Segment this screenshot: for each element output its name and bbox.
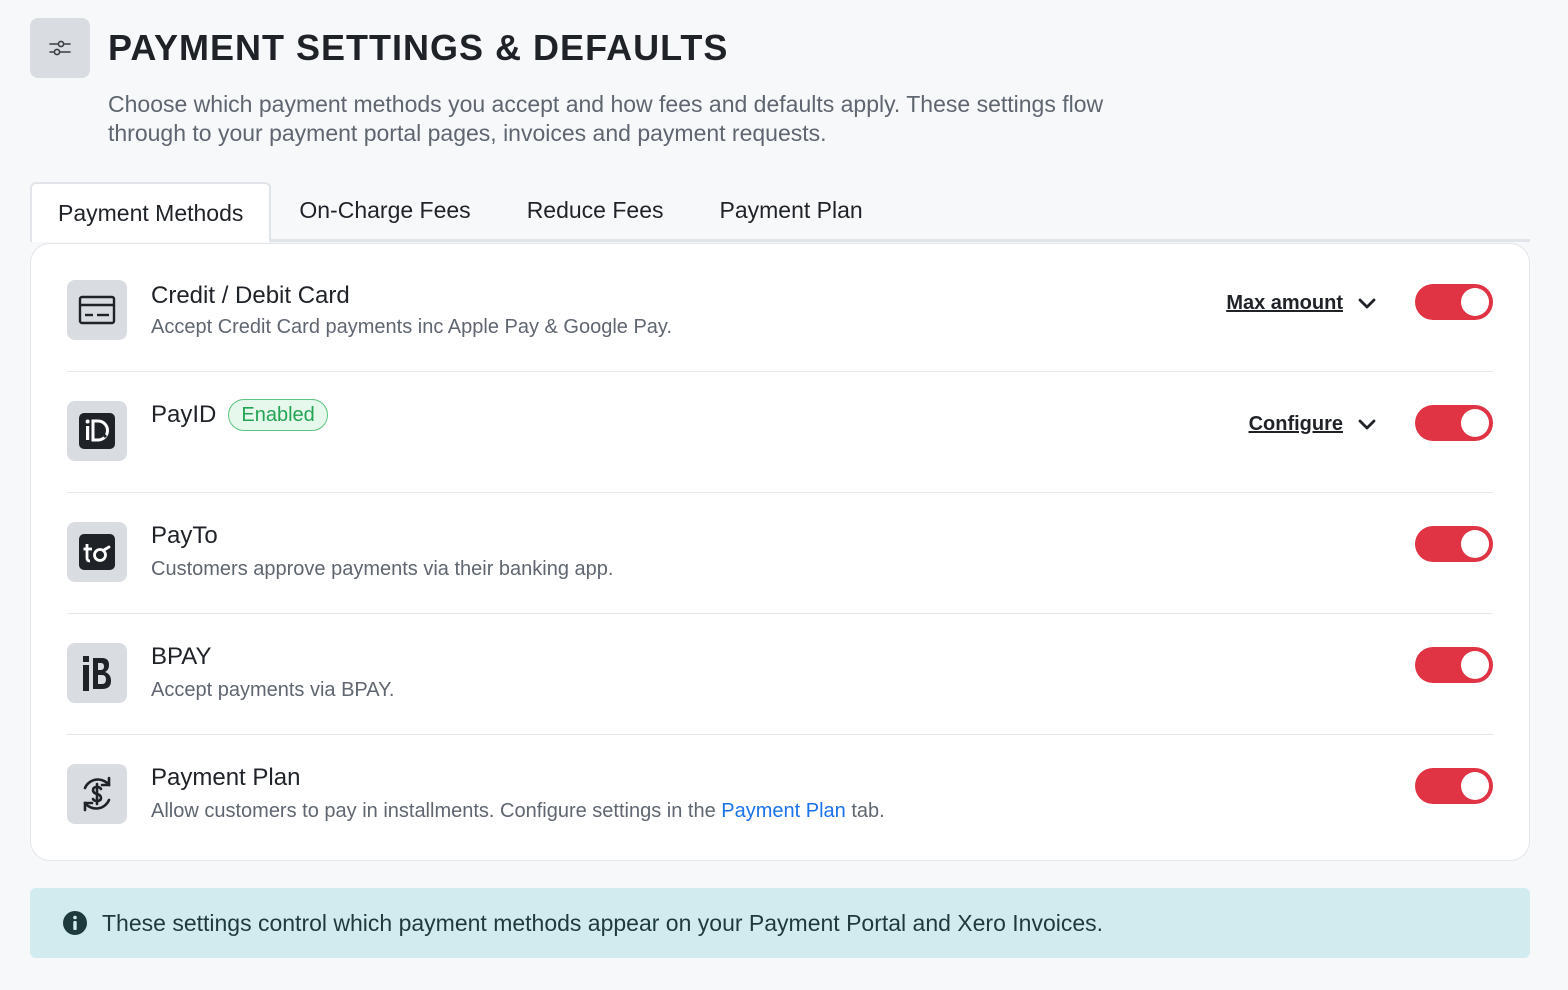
method-description: Accept Credit Card payments inc Apple Pa… [151,316,673,338]
method-description: Accept payments via BPAY. [151,679,395,701]
recurring-dollar-icon [67,764,127,824]
sliders-icon [30,18,90,78]
payto-toggle[interactable] [1415,526,1493,562]
method-title: Payment Plan [151,764,301,791]
method-row-bpay: BPAY Accept payments via BPAY. [67,613,1493,734]
tab-reduce-fees[interactable]: Reduce Fees [499,181,692,239]
method-row-payment-plan: Payment Plan Allow customers to pay in i… [67,734,1493,855]
info-banner: These settings control which payment met… [30,888,1530,958]
page-description: Choose which payment methods you accept … [108,91,1104,146]
chevron-down-icon [1358,419,1376,429]
method-title: BPAY [151,643,212,670]
info-icon [63,911,87,935]
payment-methods-card: Credit / Debit Card Accept Credit Card p… [30,243,1530,861]
bpay-toggle[interactable] [1415,647,1493,683]
method-row-payto: PayTo Customers approve payments via the… [67,492,1493,613]
configure-dropdown[interactable]: Configure [1249,413,1377,436]
info-text: These settings control which payment met… [102,909,1104,936]
method-description: Customers approve payments via their ban… [151,558,614,580]
chevron-down-icon [1358,298,1376,308]
method-description: Allow customers to pay in installments. … [151,800,885,822]
payid-icon [67,401,127,461]
max-amount-dropdown[interactable]: Max amount [1226,292,1377,315]
page-title: PAYMENT SETTINGS & DEFAULTS [108,27,729,68]
tab-payment-methods[interactable]: Payment Methods [30,182,272,242]
bpay-icon [67,643,127,703]
payment-plan-link[interactable]: Payment Plan [721,800,846,822]
tab-on-charge-fees[interactable]: On-Charge Fees [271,181,498,239]
status-badge: Enabled [228,399,328,431]
method-title: PayTo [151,522,218,549]
method-row-payid: PayID Enabled Configure [67,371,1493,492]
method-title: PayID Enabled [151,399,328,431]
payto-icon [67,522,127,582]
payment-plan-toggle[interactable] [1415,768,1493,804]
credit-card-icon [67,280,127,340]
credit-card-toggle[interactable] [1415,284,1493,320]
payid-toggle[interactable] [1415,405,1493,441]
method-title: Credit / Debit Card [151,282,350,309]
method-row-credit-card: Credit / Debit Card Accept Credit Card p… [67,250,1493,371]
tab-payment-plan[interactable]: Payment Plan [692,181,891,239]
settings-tabs: Payment Methods On-Charge Fees Reduce Fe… [30,181,1530,242]
